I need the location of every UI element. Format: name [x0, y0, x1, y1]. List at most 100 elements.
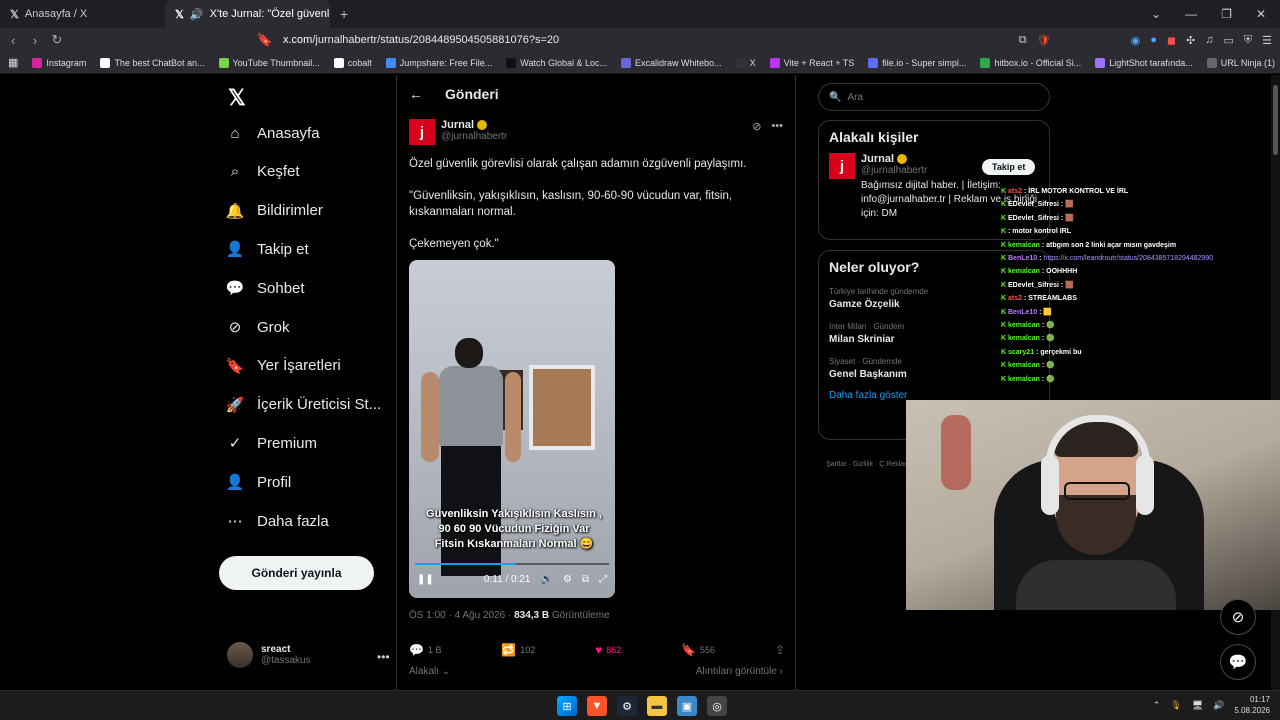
post-timestamp[interactable]: ÖS 1:00 · 4 Ağu 2026 · — [409, 610, 514, 621]
music-icon[interactable]: ♫ — [1205, 34, 1213, 46]
nav-item-9[interactable]: 👤 Profil — [226, 473, 292, 492]
author-avatar[interactable]: j — [409, 119, 435, 145]
post-button[interactable]: Gönderi yayınla — [219, 556, 374, 590]
share-button[interactable]: ⇪ — [775, 643, 785, 657]
x-logo-icon[interactable]: 𝕏 — [228, 85, 246, 111]
apps-icon[interactable]: ▦ — [8, 56, 18, 69]
extension-icon[interactable]: ◉ — [1131, 34, 1141, 47]
obs-icon[interactable]: ◎ — [707, 696, 727, 716]
search-input[interactable]: 🔍 Ara — [818, 83, 1050, 111]
nav-item-6[interactable]: 🔖 Yer İşaretleri — [226, 357, 341, 375]
bookmark-item[interactable]: URL Ninja (1) — [1206, 57, 1275, 68]
volume-icon[interactable]: 🔈 — [540, 574, 552, 585]
repost-button[interactable]: 🔁 102 — [501, 643, 535, 657]
nav-item-3[interactable]: 👤 Takip et — [226, 240, 309, 259]
minimize-icon[interactable]: — — [1185, 7, 1197, 21]
related-dropdown[interactable]: Alakalı ⌄ — [409, 666, 450, 677]
follow-button[interactable]: Takip et — [982, 159, 1036, 175]
related-avatar[interactable]: j — [829, 153, 855, 179]
bookmark-button[interactable]: 🔖 556 — [681, 643, 715, 657]
account-switcher[interactable]: sreact @tassakus ••• — [227, 642, 390, 668]
bookmark-item[interactable]: X — [735, 57, 756, 68]
author-name[interactable]: Jurnal — [441, 119, 474, 131]
view-count: 834,3 B — [514, 610, 550, 621]
restore-icon[interactable]: ❐ — [1221, 7, 1232, 21]
reload-icon[interactable]: ↻ — [46, 32, 68, 48]
bookmark-item[interactable]: YouTube Thumbnail... — [218, 57, 320, 68]
volume-icon[interactable]: 🔊 — [1213, 700, 1224, 711]
nav-item-7[interactable]: 🚀 İçerik Üreticisi St... — [226, 396, 382, 414]
post-author[interactable]: j Jurnal @jurnalhabertr — [409, 119, 507, 145]
view-quotes-link[interactable]: Alıntıları görüntüle › — [696, 666, 783, 677]
extension-icon[interactable]: ◼ — [1167, 34, 1176, 47]
forward-icon[interactable]: › — [24, 33, 46, 48]
fullscreen-icon[interactable]: ⤢ — [599, 574, 607, 585]
bookmark-favicon-icon — [621, 57, 632, 68]
menu-icon[interactable]: ☰ — [1262, 34, 1272, 47]
bookmark-item[interactable]: LightShot tarafında... — [1095, 57, 1193, 68]
tab-home[interactable]: 𝕏 Anasayfa / X — [0, 0, 165, 28]
new-tab-button[interactable]: + — [330, 6, 358, 22]
bookmark-item[interactable]: The best ChatBot an... — [100, 57, 205, 68]
bookmark-favicon-icon — [1095, 57, 1106, 68]
extension-icon[interactable]: ● — [1150, 34, 1157, 46]
back-arrow-icon[interactable]: ← — [409, 86, 423, 102]
bookmark-item[interactable]: Instagram — [32, 57, 86, 68]
app-icon[interactable]: ▣ — [677, 696, 697, 716]
video-progress-bar[interactable] — [415, 563, 609, 565]
x-logo-icon: 𝕏 — [175, 8, 184, 21]
nav-item-1[interactable]: ⌕ Keşfet — [226, 163, 300, 181]
nav-item-5[interactable]: ⊘ Grok — [226, 318, 290, 337]
verified-badge-icon — [477, 120, 488, 130]
mic-icon[interactable]: 🎙 — [1170, 700, 1181, 711]
vpn-icon[interactable]: ⛨ — [1244, 34, 1252, 47]
nav-item-10[interactable]: ⋯ Daha fazla — [226, 512, 329, 531]
chat-message: K kemalcan : 🟢 — [1001, 362, 1055, 370]
back-icon[interactable]: ‹ — [2, 33, 24, 48]
url-field[interactable]: x.com/jurnalhabertr/status/2084489504505… — [283, 28, 559, 52]
network-icon[interactable]: 🖥 — [1192, 700, 1203, 711]
close-window-icon[interactable]: ✕ — [1256, 7, 1266, 21]
like-button[interactable]: ♥ 862 — [595, 643, 621, 657]
chat-message: K EDevlet_Sifresi : 🟫 — [1001, 201, 1074, 209]
bookmark-item[interactable]: hitbox.io - Official Si... — [980, 57, 1081, 68]
settings-icon[interactable]: ⚙ — [563, 574, 572, 585]
grok-float-button[interactable]: ⊘ — [1220, 599, 1256, 635]
pause-icon[interactable]: ❚❚ — [417, 574, 434, 585]
bookmark-item[interactable]: Watch Global & Loc... — [506, 57, 607, 68]
clock[interactable]: 01:17 5.08.2026 — [1234, 694, 1270, 716]
wallet-icon[interactable]: ▭ — [1223, 34, 1233, 47]
pip-icon[interactable]: ⧉ — [582, 574, 589, 585]
windows-start-icon[interactable]: ⊞ — [557, 696, 577, 716]
bookmark-item[interactable]: file.io - Super simpl... — [868, 57, 966, 68]
nav-item-0[interactable]: ⌂ Anasayfa — [226, 124, 319, 142]
nav-item-2[interactable]: 🔔 Bildirimler — [226, 202, 323, 220]
more-dots-icon[interactable]: ••• — [771, 120, 783, 133]
more-dots-icon[interactable]: ••• — [377, 650, 390, 664]
reply-button[interactable]: 💬 1 B — [409, 643, 441, 657]
video-player[interactable]: Güvenliksin Yakışıklısın Kaslısın , 90 6… — [409, 260, 615, 598]
related-user-name[interactable]: Jurnal — [861, 153, 894, 165]
brave-browser-icon[interactable]: ▼ — [587, 696, 607, 716]
steam-icon[interactable]: ⚙ — [617, 696, 637, 716]
bookmark-item[interactable]: Vite + React + TS — [769, 57, 854, 68]
chat-text: 🟫 — [1065, 214, 1074, 222]
brave-shield-icon[interactable]: 🛡 — [1037, 34, 1051, 47]
bookmark-item[interactable]: Jumpshare: Free File... — [385, 57, 492, 68]
nav-item-8[interactable]: ✓ Premium — [226, 434, 317, 453]
bookmark-item[interactable]: cobalt — [333, 57, 372, 68]
grok-icon[interactable]: ⊘ — [752, 120, 761, 133]
kick-badge-icon: K — [1001, 268, 1008, 276]
nav-item-4[interactable]: 💬 Sohbet — [226, 279, 305, 298]
tab-list-icon[interactable]: ⌄ — [1151, 7, 1161, 21]
scroll-thumb[interactable] — [1273, 85, 1278, 155]
file-explorer-icon[interactable]: ▬ — [647, 696, 667, 716]
puzzle-icon[interactable]: ✣ — [1186, 34, 1195, 47]
share-icon[interactable]: ⧉ — [1019, 34, 1027, 47]
messages-float-button[interactable]: 💬 — [1220, 644, 1256, 680]
bookmark-item[interactable]: Excalidraw Whitebo... — [621, 57, 722, 68]
bookmark-page-icon[interactable]: 🔖 — [254, 32, 276, 48]
bell-icon: 🔔 — [225, 202, 245, 220]
tray-arrow-icon[interactable]: ⌃ — [1153, 700, 1161, 711]
tab-post[interactable]: 𝕏 🔊 X'te Jurnal: "Özel güvenlik gö ✕ — [165, 0, 330, 28]
